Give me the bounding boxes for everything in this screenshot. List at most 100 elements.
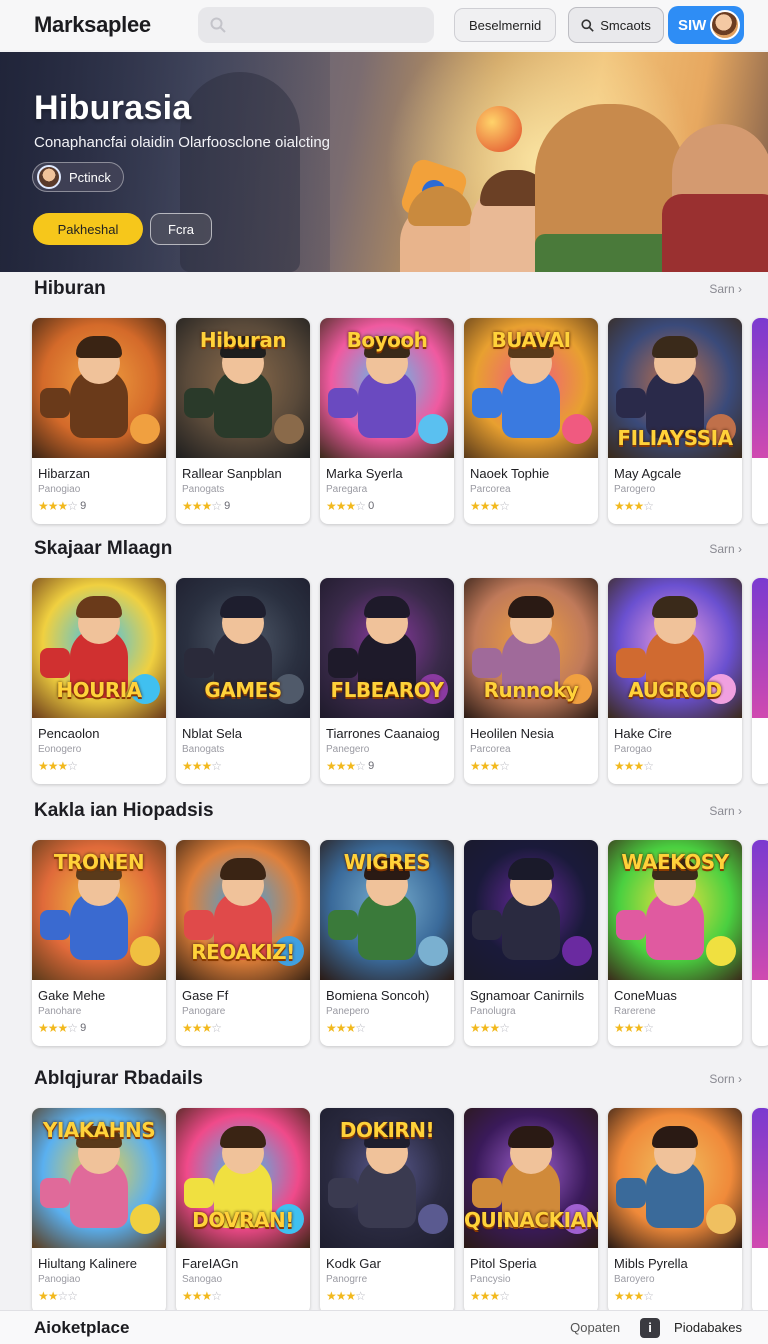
hero-title: Hiburasia [34, 89, 192, 127]
search-box[interactable] [198, 7, 434, 43]
hero-secondary-button[interactable]: Fcra [150, 213, 212, 245]
info-icon[interactable]: i [640, 1317, 661, 1338]
game-title: Nblat Sela [182, 726, 242, 741]
thumbnail-prop [616, 648, 646, 678]
character-hair [652, 1126, 698, 1148]
star-rating: ★ ★ ★ ☆ 9 [182, 499, 310, 513]
character-hair [364, 596, 410, 618]
star-icon: ☆ [499, 1021, 510, 1035]
star-icon: ★ [633, 1021, 645, 1035]
game-card[interactable]: Sgnamoar Canirnils Panolugra ★ ★ ★ ☆ [464, 840, 598, 1046]
game-card[interactable]: DOVRAN! FareIAGn Sanogao ★ ★ ★ ☆ [176, 1108, 310, 1314]
game-card[interactable]: TRONEN Gake Mehe Panohare ★ ★ ★ ☆ 9 [32, 840, 166, 1046]
game-card[interactable]: FILIAYSSIA May Agcale Parogero ★ ★ ★ ☆ [608, 318, 742, 524]
star-rating: ★ ★ ★ ☆ [470, 1021, 598, 1035]
game-card[interactable]: QUINACKIAN Pitol Speria Pancysio ★ ★ ★ ☆ [464, 1108, 598, 1314]
hero-pill-label: Pctinck [69, 169, 111, 185]
footer-link[interactable]: Qopaten [570, 1320, 620, 1335]
game-thumbnail: BUAVAI [464, 318, 598, 458]
character-hair [220, 1126, 266, 1148]
magnifier-icon [581, 18, 595, 32]
game-card[interactable]: WAEKOSY ConeMuas Rarerene ★ ★ ★ ☆ [608, 840, 742, 1046]
game-card[interactable]: Boyooh Marka Syerla Paregara ★ ★ ★ ☆ 0 [320, 318, 454, 524]
star-icon: ★ [479, 1289, 491, 1303]
game-card[interactable]: HOURIA Pencaolon Eonogero ★ ★ ★ ☆ [32, 578, 166, 784]
footer-title[interactable]: Aioketplace [34, 1318, 129, 1338]
thumbnail-prop [184, 1178, 214, 1208]
star-icon: ★ [57, 499, 69, 513]
star-icon: ★ [614, 499, 625, 513]
game-card[interactable]: YIAKAHNS Hiultang Kalinere Panogiao ★ ★ ☆ ☆ [32, 1108, 166, 1314]
game-category: Paregara [326, 484, 368, 495]
game-thumbnail: Runnoky [464, 578, 598, 718]
star-icon: ☆ [499, 759, 510, 773]
footer-upload-link[interactable]: Piodabakes [674, 1320, 742, 1335]
game-card[interactable]: Hiburan Rallear Sanpblan Panogats ★ ★ ★ ☆ 9 [176, 318, 310, 524]
game-card[interactable]: AUGROD Hake Cire Parogao ★ ★ ★ ☆ [608, 578, 742, 784]
character-hair [76, 336, 122, 358]
game-card[interactable]: FLBEAROY Tiarrones Caanaiog Panegero ★ ★ ★ ☆ 9 [320, 578, 454, 784]
game-card[interactable]: Runnoky Heolilen Nesia Parcorea ★ ★ ★ ☆ [464, 578, 598, 784]
character-figure [646, 1126, 704, 1228]
game-card[interactable]: Mibls Pyrella Baroyero ★ ★ ★ ☆ [608, 1108, 742, 1314]
game-card[interactable]: WIGRES Bomiena Soncoh) Panepero ★ ★ ★ ☆ [320, 840, 454, 1046]
hero-primary-button[interactable]: Pakheshal [33, 213, 143, 245]
star-icon: ★ [326, 759, 337, 773]
game-category: Panogiao [38, 484, 81, 495]
star-rating: ★ ★ ★ ☆ [182, 1289, 310, 1303]
search-button[interactable]: Smcaots [568, 7, 664, 43]
search-input[interactable] [234, 17, 434, 33]
thumbnail-prop [40, 910, 70, 940]
see-more-link[interactable]: Sarn › [709, 282, 742, 296]
character-figure [70, 858, 128, 960]
game-card[interactable]: GAMES Nblat Sela Banogats ★ ★ ★ ☆ [176, 578, 310, 784]
game-thumbnail: FILIAYSSIA [608, 318, 742, 458]
hero-author-pill[interactable]: Pctinck [32, 162, 124, 192]
see-more-link[interactable]: Sorn › [709, 1072, 742, 1086]
game-category: Parogero [614, 484, 656, 495]
game-card-partial[interactable] [752, 1108, 768, 1314]
star-icon: ★ [345, 1021, 357, 1035]
rating-value: 0 [368, 500, 375, 512]
header-button[interactable]: Beselmernid [454, 8, 557, 42]
see-more-link[interactable]: Sarn › [709, 804, 742, 818]
star-icon: ★ [633, 759, 645, 773]
thumbnail-prop [130, 1204, 160, 1234]
star-rating: ★ ★ ★ ☆ 0 [326, 499, 454, 513]
thumbnail-prop [130, 414, 160, 444]
game-category: Panogare [182, 1006, 226, 1017]
star-icon: ★ [326, 1289, 337, 1303]
star-icon: ★ [335, 759, 347, 773]
star-icon: ☆ [643, 499, 654, 513]
content-section: Ablqjurar Rbadails Sorn › YIAKAHNS Hiultang… [0, 1068, 768, 1318]
star-icon: ☆ [67, 759, 78, 773]
hero-banner[interactable]: Hiburasia Conaphancfai olaidin Olarfoosc… [0, 52, 768, 272]
brand-logo[interactable]: Marksaplee [34, 12, 198, 38]
game-title: Sgnamoar Canirnils [470, 988, 585, 1003]
game-title: Rallear Sanpblan [182, 466, 282, 481]
hero-subtitle: Conaphancfai olaidin Olarfoosclone oialc… [34, 134, 331, 151]
game-card-partial[interactable] [752, 578, 768, 784]
star-icon: ★ [345, 1289, 357, 1303]
game-title: Pitol Speria [470, 1256, 537, 1271]
search-icon [210, 17, 226, 33]
star-rating: ★ ★ ★ ☆ [470, 499, 598, 513]
thumbnail-logo-art: YIAKAHNS [42, 1118, 156, 1142]
see-more-link[interactable]: Sarn › [709, 542, 742, 556]
card-row: YIAKAHNS Hiultang Kalinere Panogiao ★ ★ ☆ ☆ DOV… [32, 1108, 768, 1314]
game-card[interactable]: Hibarzan Panogiao ★ ★ ★ ☆ 9 [32, 318, 166, 524]
thumbnail-logo-art: FILIAYSSIA [617, 426, 733, 450]
account-button[interactable]: SIW [668, 6, 744, 44]
content-section: Kakla ian Hiopadsis Sarn › TRONEN Gake Mehe… [0, 800, 768, 1050]
star-icon: ★ [345, 759, 357, 773]
star-icon: ★ [489, 759, 501, 773]
game-card-partial[interactable] [752, 840, 768, 1046]
game-card[interactable]: REOAKIZ! Gase Ff Panogare ★ ★ ★ ☆ [176, 840, 310, 1046]
bottom-bar: Aioketplace Qopaten i Piodabakes [0, 1310, 768, 1344]
game-card[interactable]: DOKIRN! Kodk Gar Panogrre ★ ★ ★ ☆ [320, 1108, 454, 1314]
game-card-partial[interactable] [752, 318, 768, 524]
star-rating: ★ ★ ☆ ☆ [38, 1289, 166, 1303]
game-category: Parcorea [470, 484, 511, 495]
game-card[interactable]: BUAVAI Naoek Tophie Parcorea ★ ★ ★ ☆ [464, 318, 598, 524]
star-icon: ★ [614, 1021, 625, 1035]
